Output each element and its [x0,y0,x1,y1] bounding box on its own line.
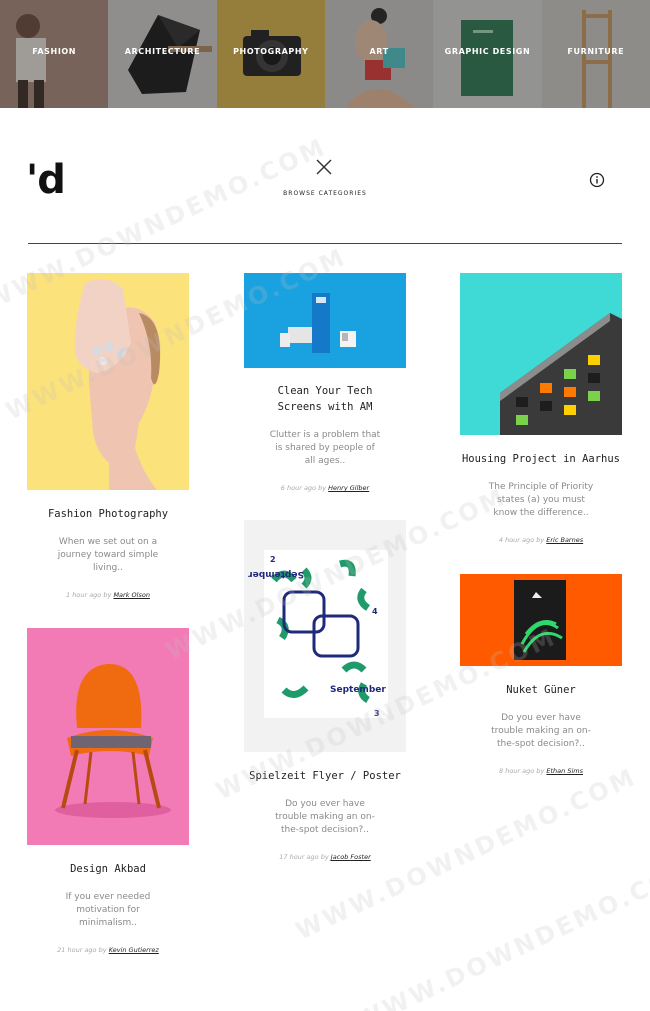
post-time: 8 hour ago [499,767,535,775]
poster-number: 3 [374,709,380,718]
post-title[interactable]: Fashion Photography [27,506,189,522]
post-image-fashion[interactable] [27,273,189,490]
post-meta: 21 hour ago by Kevin Gutierrez [27,946,189,954]
post-author[interactable]: Kevin Gutierrez [109,946,159,954]
post-title[interactable]: Clean Your Tech Screens with AM [265,383,385,415]
category-label: ART [369,47,389,56]
post-title[interactable]: Spielzeit Flyer / Poster [244,768,406,784]
post-by: by [318,484,327,492]
category-label: FURNITURE [567,47,625,56]
post-image-spielzeit[interactable]: September September 2 3 4 [244,520,406,752]
post-time: 21 hour ago [57,946,97,954]
post-author[interactable]: Eric Barnes [546,536,583,544]
category-label: GRAPHIC DESIGN [444,47,531,56]
post-image-clean[interactable] [244,273,406,368]
category-fashion[interactable]: FASHION [0,0,109,108]
post-card-housing: Housing Project in Aarhus The Principle … [460,273,622,544]
post-time: 1 hour ago [66,591,102,599]
post-meta: 17 hour ago by Jacob Foster [244,853,406,861]
post-card-clean: Clean Your Tech Screens with AM Clutter … [244,273,406,492]
post-excerpt: Clutter is a problem that is shared by p… [269,430,381,466]
post-card-spielzeit: September September 2 3 4 Spielzeit Flye… [244,520,406,861]
category-label: ARCHITECTURE [124,47,201,56]
close-icon[interactable] [313,156,335,178]
post-by: by [536,767,545,775]
poster-number: 2 [270,555,276,564]
post-time: 4 hour ago [498,536,535,544]
post-title[interactable]: Nuket Güner [460,682,622,698]
post-title[interactable]: Design Akbad [27,861,189,877]
post-by: by [320,853,329,861]
post-card-fashion: Fashion Photography When we set out on a… [27,273,189,599]
post-by: by [103,591,112,599]
category-photography[interactable]: PHOTOGRAPHY [216,0,325,108]
category-graphic-design[interactable]: GRAPHIC DESIGN [433,0,542,108]
post-title[interactable]: Housing Project in Aarhus [460,451,622,467]
category-architecture[interactable]: ARCHITECTURE [108,0,217,108]
post-author[interactable]: Jacob Foster [331,853,371,861]
category-strip: FASHION ARCHITECTURE PHOTOGRAPHY ART GRA… [0,0,650,108]
post-excerpt: Do you ever have trouble making an on-th… [275,799,375,835]
poster-month-top: September [248,569,304,579]
poster-number: 4 [372,607,378,616]
post-meta: 6 hour ago by Henry Gilber [244,484,406,492]
poster-month-bottom: September [330,685,386,695]
post-excerpt: The Principle of Priority states (a) you… [488,482,594,518]
info-icon[interactable] [589,172,605,188]
category-art[interactable]: ART [324,0,434,108]
site-logo[interactable]: 'd [26,160,66,200]
post-author[interactable]: Mark Olson [113,591,150,599]
post-image-nuket[interactable] [460,574,622,666]
post-author[interactable]: Ethan Sims [546,767,583,775]
post-by: by [536,536,545,544]
post-meta: 4 hour ago by Eric Barnes [460,536,622,544]
post-image-housing[interactable] [460,273,622,435]
post-image-design[interactable] [27,628,189,845]
post-time: 6 hour ago [280,484,317,492]
category-label: PHOTOGRAPHY [233,47,309,56]
post-card-design: Design Akbad If you ever needed motivati… [27,628,189,954]
post-meta: 8 hour ago by Ethan Sims [460,767,622,775]
post-excerpt: Do you ever have trouble making an on-th… [491,713,591,749]
post-by: by [98,946,107,954]
browse-categories-label: BROWSE CATEGORIES [283,190,367,197]
header-divider [28,243,622,244]
post-meta: 1 hour ago by Mark Olson [27,591,189,599]
browse-categories-link[interactable]: BROWSE CATEGORIES [280,188,370,202]
post-excerpt: If you ever needed motivation for minima… [65,892,151,928]
post-excerpt: When we set out on a journey toward simp… [57,537,159,573]
watermark: WWW.DOWNDEMO.COM [351,852,650,1011]
post-time: 17 hour ago [279,853,319,861]
category-furniture[interactable]: FURNITURE [541,0,650,108]
post-author[interactable]: Henry Gilber [328,484,369,492]
post-card-nuket: Nuket Güner Do you ever have trouble mak… [460,574,622,775]
category-label: FASHION [32,47,77,56]
